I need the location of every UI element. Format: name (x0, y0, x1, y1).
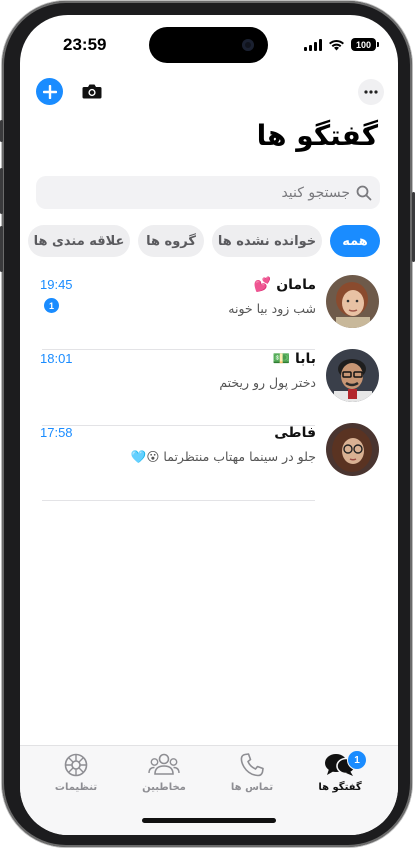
page-title: گفتگو ها (256, 119, 378, 152)
tab-settings[interactable]: تنظیمات (36, 752, 116, 812)
tab-calls[interactable]: تماس ها (212, 752, 292, 812)
more-button[interactable] (358, 79, 384, 105)
tab-label: مخاطبین (142, 782, 186, 793)
divider (42, 500, 315, 501)
filter-chip-label: خوانده نشده ها (217, 233, 317, 249)
unread-badge: 1 (44, 298, 59, 313)
filter-chip-label: علاقه مندی ها (33, 233, 125, 249)
chat-name: فاطی (274, 425, 316, 441)
chat-row[interactable]: فاطی جلو در سینما مهتاب منتظرتما 😮🩵 17:5… (20, 415, 398, 489)
camera-icon (82, 84, 102, 99)
tab-label: تماس ها (230, 782, 274, 793)
filter-chip-groups[interactable]: گروه ها (138, 225, 204, 257)
status-icons: 100 (304, 38, 379, 51)
chat-time: 18:01 (40, 351, 73, 366)
chat-last-message: دختر پول رو ریختم (219, 375, 316, 390)
filter-chip-favorites[interactable]: علاقه مندی ها (28, 225, 130, 257)
volume-down-button (0, 226, 3, 272)
search-field[interactable]: جستجو کنید (36, 176, 380, 209)
filter-chip-unread[interactable]: خوانده نشده ها (212, 225, 322, 257)
tab-contacts[interactable]: مخاطبین (124, 752, 204, 812)
plus-icon (42, 84, 57, 99)
phone-icon (240, 753, 264, 777)
chat-name: مامان 💕 (253, 277, 316, 293)
silent-switch (0, 120, 3, 142)
camera-button[interactable] (81, 81, 103, 101)
tab-label: تنظیمات (54, 782, 98, 793)
avatar (326, 275, 379, 328)
tab-label: گفتگو ها (318, 782, 362, 793)
chat-name: بابا 💵 (272, 351, 316, 367)
filter-chip-all[interactable]: همه (330, 225, 380, 257)
avatar (326, 349, 379, 402)
filter-chips: همه خوانده نشده ها گروه ها علاقه مندی ها (28, 225, 386, 257)
chat-last-message: شب زود بیا خونه (228, 301, 316, 316)
chat-row[interactable]: بابا 💵 دختر پول رو ریختم 18:01 (20, 341, 398, 415)
search-placeholder: جستجو کنید (281, 184, 350, 201)
front-camera-icon (242, 39, 254, 51)
dynamic-island (149, 27, 268, 63)
filter-chip-label: همه (342, 233, 368, 249)
volume-up-button (0, 168, 3, 214)
contacts-icon (148, 753, 180, 775)
ellipsis-icon (364, 90, 378, 94)
tab-chats[interactable]: 1 گفتگو ها (300, 750, 380, 812)
tab-badge: 1 (347, 750, 367, 770)
cellular-signal-icon (304, 38, 322, 51)
chat-row[interactable]: مامان 💕 شب زود بیا خونه 19:45 1 (20, 267, 398, 341)
home-indicator[interactable] (142, 818, 276, 823)
status-time: 23:59 (63, 35, 107, 54)
avatar (326, 423, 379, 476)
chat-time: 17:58 (40, 425, 73, 440)
power-button (412, 192, 415, 262)
battery-indicator: 100 (351, 38, 379, 51)
gear-icon (64, 753, 88, 777)
new-chat-button[interactable] (36, 78, 63, 105)
filter-chip-label: گروه ها (146, 233, 196, 249)
app-screen: 23:59 100 گفتگو ها جستجو کنید همه خوانده… (20, 15, 398, 835)
wifi-icon (329, 39, 344, 50)
phone-device: 23:59 100 گفتگو ها جستجو کنید همه خوانده… (0, 0, 418, 850)
search-icon (356, 185, 372, 200)
chat-last-message: جلو در سینما مهتاب منتظرتما 😮🩵 (130, 449, 316, 464)
chat-time: 19:45 (40, 277, 73, 292)
